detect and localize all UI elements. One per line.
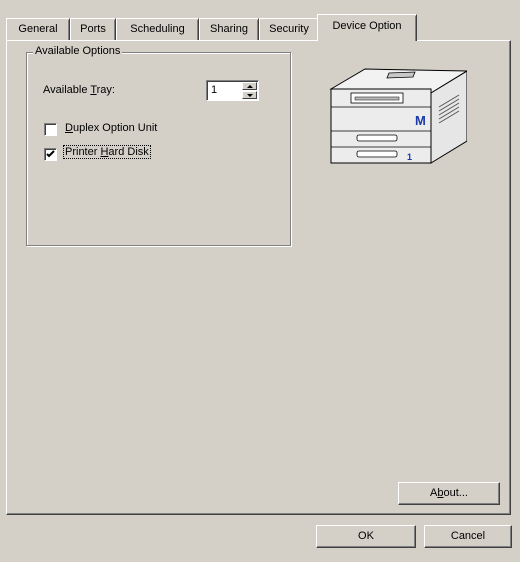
tab-scheduling-label: Scheduling xyxy=(130,23,185,35)
checkmark-icon xyxy=(46,150,55,158)
tab-ports-label: Ports xyxy=(80,23,106,35)
available-tray-label-suffix: ray: xyxy=(96,84,115,96)
tab-general[interactable]: General xyxy=(6,18,70,40)
printer-hard-disk-label[interactable]: Printer Hard Disk xyxy=(63,145,151,159)
tab-sharing-label: Sharing xyxy=(210,23,248,35)
duplex-option-label-accesskey: D xyxy=(65,122,73,134)
available-tray-spinbox[interactable]: 1 xyxy=(206,80,259,101)
cancel-button[interactable]: Cancel xyxy=(424,525,512,548)
available-tray-label: Available Tray: xyxy=(43,84,115,96)
tab-scheduling[interactable]: Scheduling xyxy=(116,18,199,40)
printer-properties-dialog: General Ports Scheduling Sharing Securit… xyxy=(0,0,520,562)
tab-general-label: General xyxy=(18,23,58,35)
available-options-group: Available Options Available Tray: 1 Dupl… xyxy=(26,45,291,246)
printer-brand-letter: M xyxy=(415,113,426,128)
about-label-suffix: out... xyxy=(443,487,468,499)
device-option-page: Available Options Available Tray: 1 Dupl… xyxy=(6,40,511,515)
printer-illustration: M 1 xyxy=(329,68,467,164)
tab-ports[interactable]: Ports xyxy=(70,18,116,40)
tray-spin-buttons xyxy=(242,82,257,99)
arrow-up-icon xyxy=(247,85,253,88)
arrow-down-icon xyxy=(247,94,253,97)
printer-hard-disk-checkbox[interactable] xyxy=(44,148,57,161)
available-tray-label-prefix: Available xyxy=(43,84,91,96)
duplex-option-checkbox[interactable] xyxy=(44,123,57,136)
tray-spin-down-button[interactable] xyxy=(242,91,257,99)
hard-disk-label-rest: ard Disk xyxy=(108,146,149,158)
tab-device-option[interactable]: Device Option xyxy=(317,14,417,41)
tray-spin-up-button[interactable] xyxy=(242,82,257,90)
duplex-option-label[interactable]: Duplex Option Unit xyxy=(65,122,157,134)
available-options-title: Available Options xyxy=(33,45,123,57)
printer-tray-number: 1 xyxy=(407,152,412,162)
tab-security-label: Security xyxy=(269,23,309,35)
ok-button[interactable]: OK xyxy=(316,525,416,548)
tab-security[interactable]: Security xyxy=(259,18,319,40)
about-button[interactable]: About... xyxy=(398,482,500,505)
tab-sharing[interactable]: Sharing xyxy=(199,18,259,40)
available-tray-value[interactable]: 1 xyxy=(211,84,217,96)
duplex-option-label-rest: uplex Option Unit xyxy=(72,122,158,134)
tab-device-option-label: Device Option xyxy=(332,20,402,32)
hard-disk-label-prefix: Printer xyxy=(65,146,101,158)
